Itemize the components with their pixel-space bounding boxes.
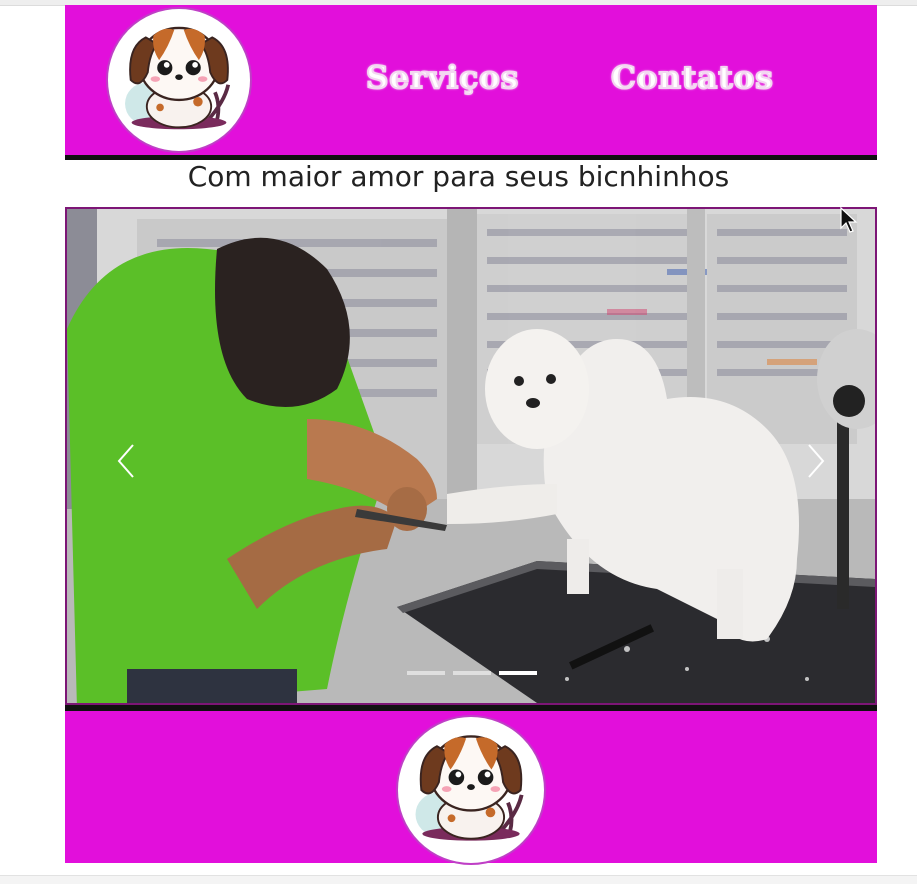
page-tagline: Com maior amor para seus bicnhinhos: [187, 160, 730, 193]
chevron-left-icon: [117, 444, 134, 478]
carousel-indicator-1[interactable]: [407, 671, 445, 675]
carousel-indicator-3[interactable]: [499, 671, 537, 675]
carousel-indicators: [407, 671, 537, 675]
nav-link-contacts[interactable]: Contatos: [610, 59, 774, 97]
carousel-prev-button[interactable]: [111, 441, 141, 481]
mouse-pointer-icon: [840, 207, 858, 233]
chevron-right-icon: [808, 444, 825, 478]
footer-logo-link[interactable]: [396, 715, 546, 865]
logo-link[interactable]: [106, 7, 252, 153]
carousel-indicator-2[interactable]: [453, 671, 491, 675]
carousel-next-button[interactable]: [801, 441, 831, 481]
nav-link-services[interactable]: Serviços: [365, 59, 519, 97]
image-carousel[interactable]: [65, 207, 877, 705]
puppy-logo-icon: [415, 735, 524, 841]
site-header: Serviços Contatos: [65, 5, 877, 160]
site-footer: [65, 705, 877, 865]
grooming-photo: [67, 209, 875, 703]
puppy-logo-icon: [125, 26, 231, 130]
